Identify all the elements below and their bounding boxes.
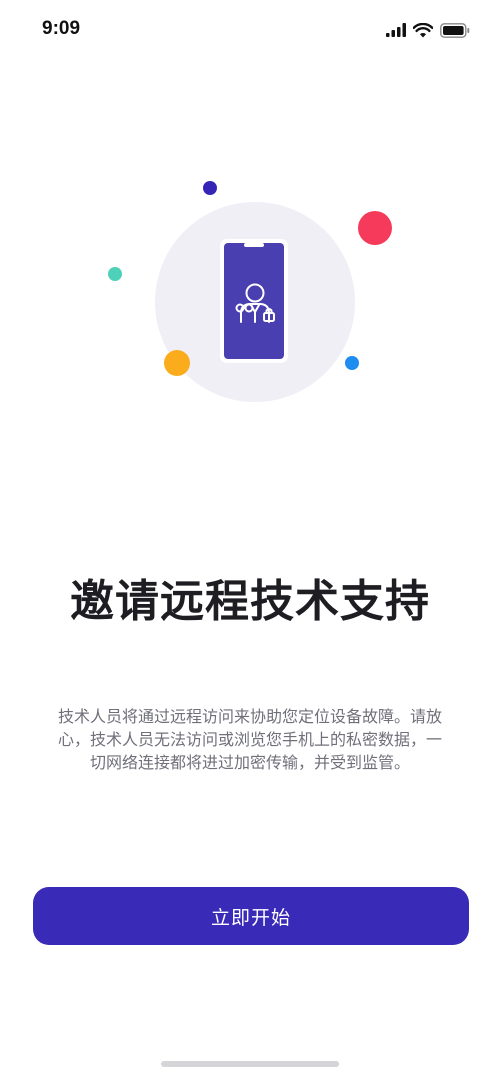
battery-icon	[440, 22, 470, 38]
wifi-icon	[413, 22, 433, 37]
signal-icon	[386, 23, 406, 37]
status-icons	[386, 20, 470, 40]
status-bar: 9:09	[0, 0, 500, 60]
decorative-dot-blue	[345, 356, 359, 370]
decorative-dot-navy	[203, 181, 217, 195]
decorative-dot-red	[358, 211, 392, 245]
description-text: 技术人员将通过远程访问来协助您定位设备故障。请放心，技术人员无法访问或浏览您手机…	[58, 707, 443, 772]
start-now-button[interactable]: 立即开始	[33, 887, 469, 945]
illustration	[108, 181, 392, 402]
home-indicator[interactable]	[161, 1061, 339, 1067]
decorative-dot-teal	[108, 267, 122, 281]
decorative-dot-orange	[164, 350, 190, 376]
page-title: 邀请远程技术支持	[70, 576, 430, 627]
status-time: 9:09	[42, 18, 81, 39]
